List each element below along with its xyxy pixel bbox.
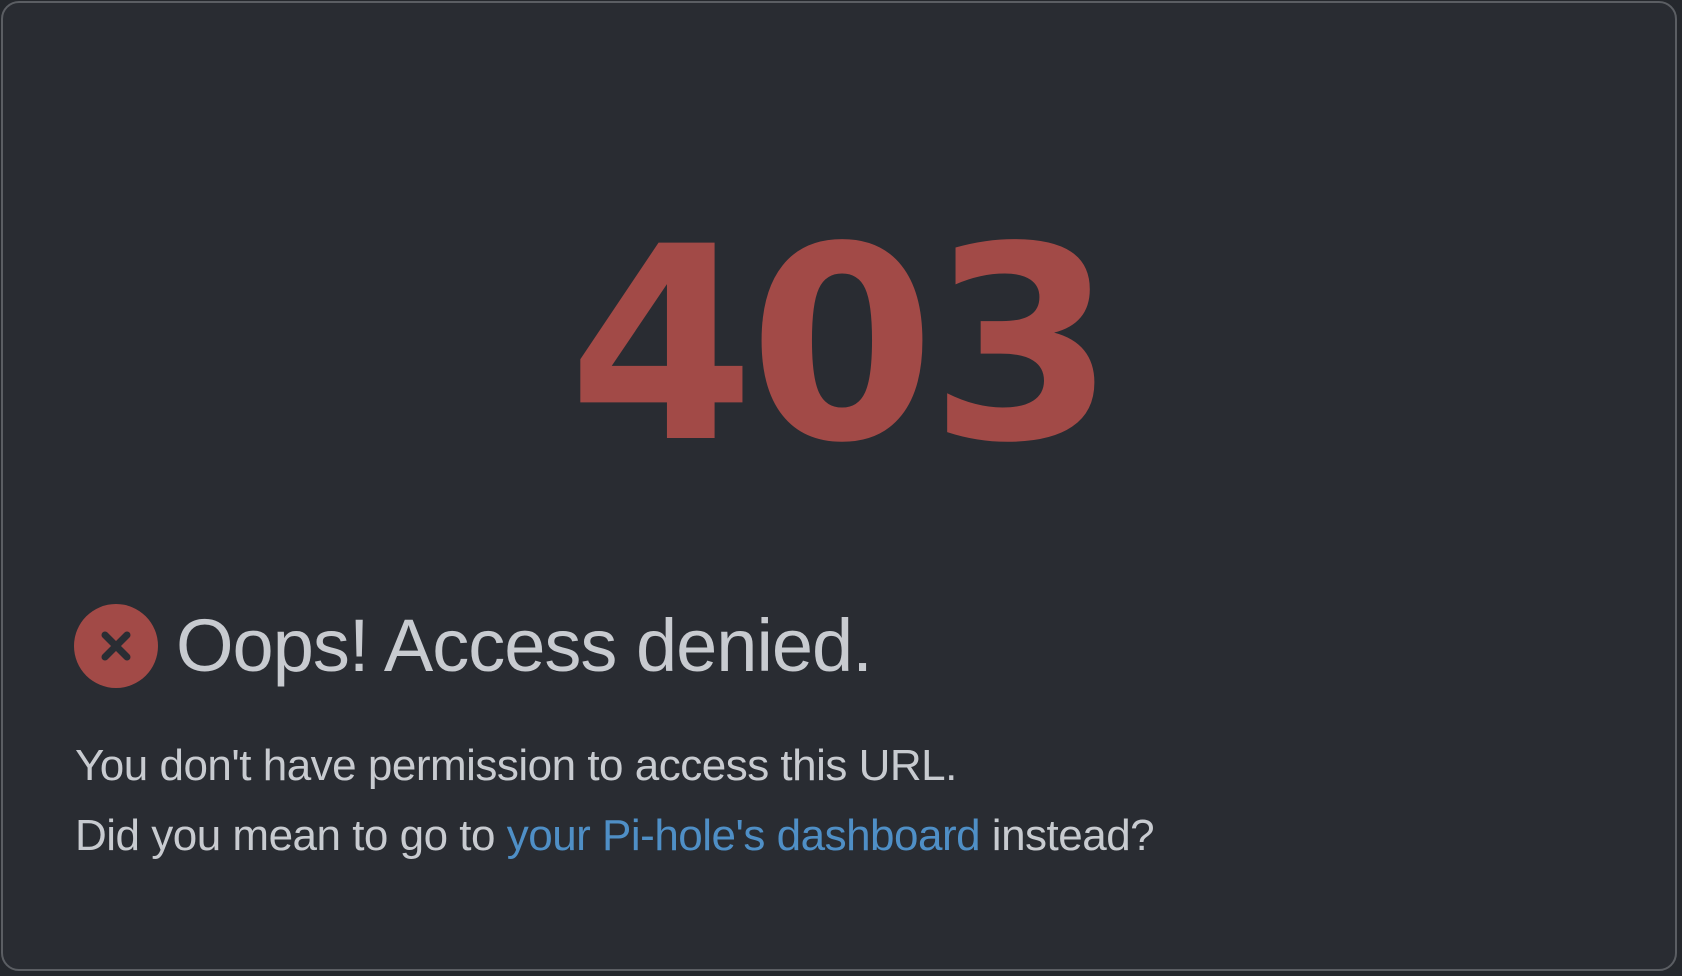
headline-text: Oops! Access denied. — [176, 604, 873, 687]
close-circle-icon — [74, 604, 158, 688]
error-headline: Oops! Access denied. — [74, 601, 873, 691]
dashboard-link[interactable]: your Pi-hole's dashboard — [507, 811, 981, 860]
redirect-prefix: Did you mean to go to — [75, 811, 507, 860]
permission-message: You don't have permission to access this… — [75, 741, 957, 790]
error-panel: 403 Oops! Access denied. You don't have … — [1, 1, 1677, 971]
redirect-message: Did you mean to go to your Pi-hole's das… — [75, 806, 1155, 866]
redirect-suffix: instead? — [980, 811, 1155, 860]
error-code: 403 — [568, 190, 1115, 502]
